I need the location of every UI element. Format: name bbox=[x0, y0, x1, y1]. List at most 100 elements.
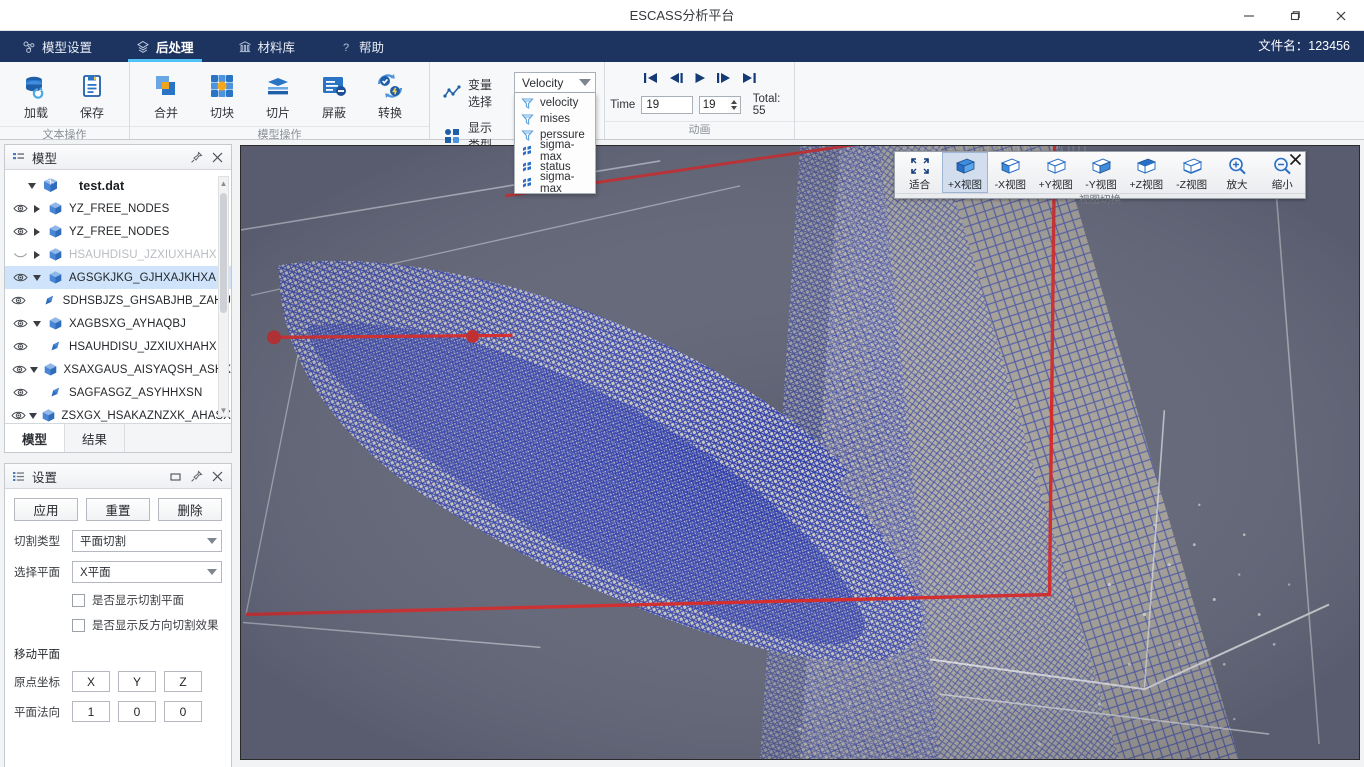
left-panel-column: 模型 bbox=[4, 144, 232, 767]
variable-dropdown-list[interactable]: velocity mises perssure bbox=[514, 93, 596, 194]
cut-type-select[interactable]: 平面切割 bbox=[72, 530, 222, 552]
variable-select-button[interactable]: 变量选择 bbox=[438, 74, 506, 112]
tree-row[interactable]: HSAUHDISU_JZXIUXHAHX bbox=[5, 335, 231, 358]
expand-toggle[interactable] bbox=[30, 251, 44, 259]
origin-x-field[interactable]: X bbox=[72, 671, 110, 692]
tree-row[interactable]: ZSXGX_HSAKAZNZXK_AHASX bbox=[5, 404, 231, 423]
visibility-eye-icon[interactable] bbox=[10, 410, 27, 421]
view-negz-button[interactable]: -Z视图 bbox=[1169, 152, 1214, 193]
zoom-in-button[interactable]: 放大 bbox=[1214, 152, 1259, 193]
tree-row[interactable]: YZ_FREE_NODES bbox=[5, 197, 231, 220]
slice-button[interactable]: 切片 bbox=[250, 66, 306, 126]
tree-row[interactable]: YZ_FREE_NODES bbox=[5, 220, 231, 243]
mask-button[interactable]: 屏蔽 bbox=[306, 66, 362, 126]
minimize-button[interactable] bbox=[1226, 0, 1272, 31]
menu-item-material-library[interactable]: 材料库 bbox=[216, 31, 318, 62]
visibility-eye-icon[interactable] bbox=[10, 226, 30, 237]
view-toolbar-close-icon[interactable] bbox=[1289, 153, 1302, 168]
visibility-eye-icon[interactable] bbox=[10, 272, 30, 283]
expand-toggle[interactable] bbox=[27, 413, 39, 419]
render-viewport[interactable]: www.lanlanwork.com 适合 bbox=[240, 145, 1360, 760]
tree-row-selected[interactable]: AGSGKJKG_GJHXAJKHXA bbox=[5, 266, 231, 289]
menu-item-help[interactable]: ? 帮助 bbox=[317, 31, 406, 62]
save-button[interactable]: 保存 bbox=[64, 66, 120, 126]
convert-icon bbox=[375, 71, 405, 101]
visibility-eye-icon[interactable] bbox=[10, 203, 30, 214]
visibility-eye-closed-icon[interactable] bbox=[10, 249, 30, 260]
pin-icon[interactable] bbox=[189, 469, 204, 484]
expand-toggle[interactable] bbox=[30, 321, 44, 327]
merge-button[interactable]: 合并 bbox=[138, 66, 194, 126]
time-input[interactable]: 19 bbox=[641, 96, 692, 114]
next-frame-button[interactable] bbox=[716, 71, 732, 85]
maximize-button[interactable] bbox=[1272, 0, 1318, 31]
first-frame-button[interactable] bbox=[643, 71, 659, 85]
pin-icon[interactable] bbox=[189, 150, 204, 165]
expand-toggle[interactable] bbox=[25, 183, 39, 189]
prev-frame-button[interactable] bbox=[668, 71, 684, 85]
convert-button[interactable]: 转换 bbox=[362, 66, 418, 126]
visibility-eye-icon[interactable] bbox=[10, 318, 30, 329]
cut-block-button[interactable]: 切块 bbox=[194, 66, 250, 126]
dropdown-option-velocity[interactable]: velocity bbox=[515, 95, 595, 111]
chevron-down-icon bbox=[579, 79, 591, 86]
tab-model[interactable]: 模型 bbox=[5, 424, 65, 452]
dropdown-option-mises[interactable]: mises bbox=[515, 111, 595, 127]
scrollbar-thumb[interactable] bbox=[220, 193, 227, 313]
load-button[interactable]: 加载 bbox=[8, 66, 64, 126]
view-negy-button[interactable]: -Y视图 bbox=[1078, 152, 1123, 193]
expand-toggle[interactable] bbox=[30, 205, 44, 213]
show-cut-plane-checkbox[interactable] bbox=[72, 594, 85, 607]
tab-results[interactable]: 结果 bbox=[65, 424, 125, 452]
fit-view-button[interactable]: 适合 bbox=[897, 152, 942, 193]
scroll-up-arrow[interactable]: ▲ bbox=[219, 177, 228, 189]
variable-combobox[interactable]: Velocity bbox=[514, 72, 596, 93]
step-spinner[interactable] bbox=[728, 96, 741, 114]
tree-scrollbar[interactable]: ▲ ▼ bbox=[218, 176, 229, 417]
close-icon[interactable] bbox=[210, 469, 225, 484]
menu-item-model-settings[interactable]: 模型设置 bbox=[0, 31, 114, 62]
model-panel-tabs: 模型 结果 bbox=[5, 423, 231, 452]
part-icon bbox=[44, 385, 66, 400]
close-icon[interactable] bbox=[210, 150, 225, 165]
tree-row[interactable]: HSAUHDISU_JZXIUXHAHX bbox=[5, 243, 231, 266]
play-button[interactable] bbox=[693, 71, 707, 85]
select-plane-select[interactable]: X平面 bbox=[72, 561, 222, 583]
last-frame-button[interactable] bbox=[741, 71, 757, 85]
tree-row[interactable]: XAGBSXG_AYHAQBJ bbox=[5, 312, 231, 335]
visibility-eye-icon[interactable] bbox=[10, 364, 28, 375]
step-input[interactable]: 19 bbox=[699, 96, 729, 114]
view-negx-button[interactable]: -X视图 bbox=[988, 152, 1033, 193]
tree-row[interactable]: SDHSBJZS_GHSABJHB_ZAHU bbox=[5, 289, 231, 312]
expand-toggle[interactable] bbox=[30, 275, 44, 281]
dropdown-option-sigma-max-1[interactable]: sigma-max bbox=[515, 143, 595, 159]
normal-y-field[interactable]: 0 bbox=[118, 701, 156, 722]
normal-x-field[interactable]: 1 bbox=[72, 701, 110, 722]
close-button[interactable] bbox=[1318, 0, 1364, 31]
visibility-eye-icon[interactable] bbox=[10, 295, 28, 306]
visibility-eye-icon[interactable] bbox=[10, 341, 30, 352]
origin-y-field[interactable]: Y bbox=[118, 671, 156, 692]
view-posy-button[interactable]: +Y视图 bbox=[1033, 152, 1078, 193]
ribbon-spacer-label bbox=[795, 121, 1364, 139]
tree-root-row[interactable]: test.dat bbox=[5, 174, 231, 197]
expand-toggle[interactable] bbox=[30, 228, 44, 236]
normal-z-field[interactable]: 0 bbox=[164, 701, 202, 722]
visibility-eye-icon[interactable] bbox=[10, 387, 30, 398]
part-icon bbox=[44, 339, 66, 354]
restore-icon[interactable] bbox=[168, 469, 183, 484]
menu-item-postprocess[interactable]: 后处理 bbox=[114, 31, 216, 62]
expand-toggle[interactable] bbox=[28, 367, 41, 373]
scroll-down-arrow[interactable]: ▼ bbox=[219, 404, 228, 416]
dropdown-option-sigma-max-2[interactable]: sigma-max bbox=[515, 175, 595, 191]
view-posz-button[interactable]: +Z视图 bbox=[1124, 152, 1169, 193]
tree-row[interactable]: SAGFASGZ_ASYHHXSN bbox=[5, 381, 231, 404]
model-tree[interactable]: test.dat YZ_FREE_NODES bbox=[5, 170, 231, 423]
tree-row[interactable]: XSAXGAUS_AISYAQSH_ASHX bbox=[5, 358, 231, 381]
origin-z-field[interactable]: Z bbox=[164, 671, 202, 692]
view-posx-button[interactable]: +X视图 bbox=[942, 152, 987, 193]
delete-button[interactable]: 删除 bbox=[158, 498, 222, 521]
reset-button[interactable]: 重置 bbox=[86, 498, 150, 521]
apply-button[interactable]: 应用 bbox=[14, 498, 78, 521]
show-reverse-cut-checkbox[interactable] bbox=[72, 619, 85, 632]
